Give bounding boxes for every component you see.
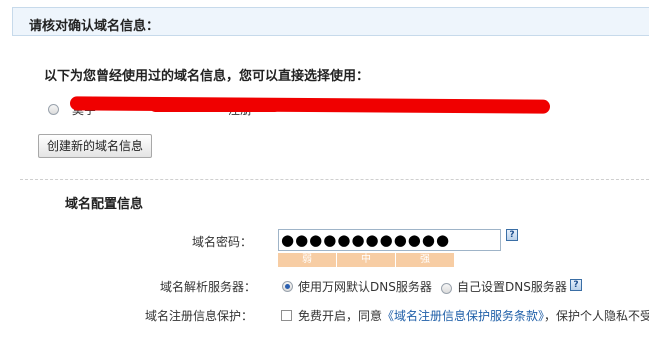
create-new-domain-info-button[interactable]: 创建新的域名信息 — [38, 134, 153, 158]
privacy-terms-link[interactable]: 《域名注册信息保护服务条款》 — [382, 309, 544, 323]
dns-help-icon[interactable]: ? — [570, 279, 582, 291]
privacy-suffix: ，保护个人隐私不受 — [544, 309, 649, 323]
redaction-mark — [69, 96, 551, 114]
header-bar: 请核对确认域名信息： — [12, 7, 649, 36]
password-strength-meter: 弱 中 强 — [278, 253, 454, 267]
strength-strong: 强 — [396, 253, 454, 267]
privacy-label: 域名注册信息保护： — [145, 309, 254, 323]
dns-custom-option[interactable]: 自己设置DNS服务器 — [457, 278, 567, 295]
password-label: 域名密码： — [192, 235, 253, 249]
section-divider — [20, 179, 649, 180]
password-input[interactable]: ●●●●●●●●●●●● — [278, 229, 501, 251]
strength-weak: 弱 — [278, 253, 337, 267]
password-help-icon[interactable]: ? — [506, 229, 518, 241]
domain-config-title: 域名配置信息 — [65, 197, 144, 212]
saved-info-title: 以下为您曾经使用过的域名信息，您可以直接选择使用： — [44, 69, 370, 84]
page-title: 请核对确认域名信息： — [29, 19, 160, 34]
redaction-mark-overlap — [150, 102, 280, 112]
dns-label: 域名解析服务器： — [160, 280, 257, 294]
dns-default-radio[interactable] — [282, 281, 293, 292]
privacy-checkbox[interactable] — [281, 310, 292, 321]
strength-medium: 中 — [337, 253, 396, 267]
privacy-text: 免费开启，同意《域名注册信息保护服务条款》，保护个人隐私不受 — [298, 307, 649, 324]
dns-default-option[interactable]: 使用万网默认DNS服务器 — [298, 278, 432, 295]
privacy-prefix: 免费开启，同意 — [298, 309, 383, 323]
saved-info-radio[interactable] — [48, 104, 59, 115]
dns-custom-radio[interactable] — [441, 283, 452, 294]
